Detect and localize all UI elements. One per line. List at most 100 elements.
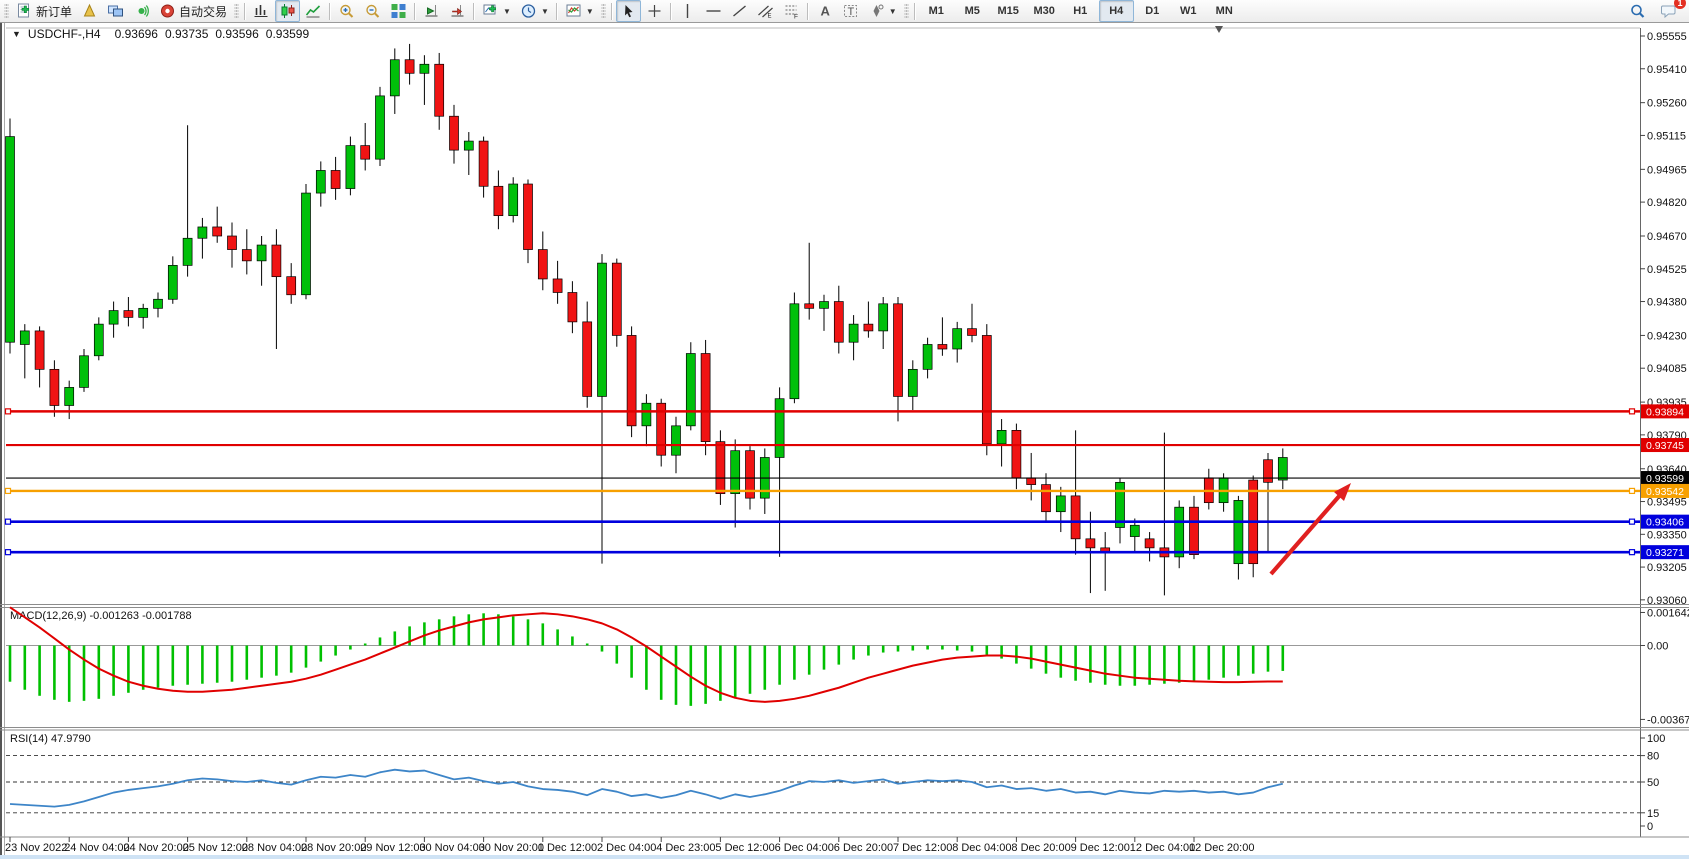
price-tick-label: 0.94230	[1647, 330, 1687, 342]
horizontal-line-tool-button[interactable]	[701, 0, 726, 22]
timeframe-mn-button[interactable]: MN	[1207, 0, 1242, 22]
bear-candle	[524, 184, 533, 250]
crosshair-tool-button[interactable]	[642, 0, 667, 22]
auto-scroll-button[interactable]	[419, 0, 444, 22]
shift-icon	[449, 3, 466, 19]
time-tick-label: 24 Nov 20:00	[123, 842, 188, 854]
hline-handle[interactable]	[1630, 409, 1635, 414]
bear-candle	[494, 186, 503, 215]
zoom-out-button[interactable]	[360, 0, 385, 22]
timeframe-w1-button[interactable]: W1	[1171, 0, 1206, 22]
bull-candle	[198, 227, 207, 238]
signal-icon	[133, 3, 150, 19]
trendline-tool-button[interactable]	[727, 0, 752, 22]
rsi-tick-label: 0	[1647, 821, 1653, 833]
new-order-label: 新订单	[36, 3, 72, 20]
bull-candle	[790, 304, 799, 399]
bull-candle	[346, 146, 355, 189]
zoom-in-button[interactable]	[334, 0, 359, 22]
timeframe-m30-button[interactable]: M30	[1027, 0, 1062, 22]
chart-shift-button[interactable]	[445, 0, 470, 22]
timeframe-h1-button[interactable]: H1	[1063, 0, 1098, 22]
bull-candle	[879, 304, 888, 331]
timeframe-d1-button[interactable]: D1	[1135, 0, 1170, 22]
time-tick-label: 5 Dec 12:00	[715, 842, 774, 854]
new-chart-dropdown[interactable]: ▼	[478, 0, 515, 22]
toolbar-grip[interactable]	[904, 3, 909, 19]
timeframe-h4-button[interactable]: H4	[1099, 0, 1134, 22]
quote-high: 0.93735	[165, 27, 208, 41]
timeframe-m15-button[interactable]: M15	[991, 0, 1026, 22]
price-tag-label: 0.93406	[1646, 517, 1684, 529]
signals-button[interactable]	[129, 0, 154, 22]
price-tick-label: 0.95555	[1647, 31, 1687, 43]
toolbar-separator	[244, 3, 246, 20]
bear-candle	[982, 335, 991, 443]
toolbar-grip[interactable]	[601, 3, 606, 19]
quote-low: 0.93596	[215, 27, 258, 41]
chart-canvas[interactable]: 0.955550.954100.952600.951150.949650.948…	[0, 0, 1689, 859]
bear-candle	[272, 245, 281, 277]
hline-handle[interactable]	[1630, 488, 1635, 493]
price-tick-label: 0.93060	[1647, 595, 1687, 607]
oneclick-dropdown-icon[interactable]: ▼	[12, 29, 21, 39]
bear-candle	[228, 236, 237, 250]
bear-candle	[568, 292, 577, 321]
tile-windows-button[interactable]	[386, 0, 411, 22]
dropdown-caret-icon: ▼	[541, 7, 549, 16]
toolbar-grip[interactable]	[234, 3, 239, 19]
bull-candle	[6, 137, 15, 343]
time-tick-label: 7 Dec 12:00	[893, 842, 952, 854]
hline-handle[interactable]	[6, 409, 11, 414]
quote-open: 0.93696	[115, 27, 158, 41]
candlestick-mode-button[interactable]	[275, 0, 300, 22]
bear-candle	[35, 331, 44, 369]
bear-candle	[553, 279, 562, 293]
zoom-in-icon	[338, 3, 355, 19]
cursor-tool-button[interactable]	[616, 0, 641, 22]
price-tick-label: 0.94670	[1647, 231, 1687, 243]
indicators-dropdown[interactable]: ▼	[561, 0, 598, 22]
new-order-button[interactable]: 新订单	[12, 0, 76, 22]
bear-candle	[450, 116, 459, 150]
autotrade-button[interactable]: 自动交易	[155, 0, 231, 22]
profiles-button[interactable]	[77, 0, 102, 22]
bull-candle	[997, 430, 1006, 444]
line-icon	[305, 3, 322, 19]
bear-candle	[716, 442, 725, 494]
terminal-button[interactable]	[103, 0, 128, 22]
autotrade-icon	[159, 3, 176, 19]
arrows-dropdown[interactable]: ▼	[864, 0, 901, 22]
bull-candle	[94, 324, 103, 356]
time-tick-label: 23 Nov 2022	[5, 842, 67, 854]
chat-button[interactable]: 1	[1656, 0, 1681, 22]
hline-handle[interactable]	[1630, 550, 1635, 555]
bar-chart-mode-button[interactable]	[249, 0, 274, 22]
search-button[interactable]	[1625, 0, 1650, 22]
hline-handle[interactable]	[6, 519, 11, 524]
hline-handle[interactable]	[6, 488, 11, 493]
line-chart-mode-button[interactable]	[301, 0, 326, 22]
price-tick-label: 0.93495	[1647, 497, 1687, 509]
fibonacci-tool-button[interactable]: F	[779, 0, 804, 22]
hline-handle[interactable]	[1630, 519, 1635, 524]
vline-icon	[679, 3, 696, 19]
main-toolbar: 新订单 自动交易 ▼ ▼ ▼ EF AT ▼ M1M5M15M30H1H4D1W1MN 1	[0, 0, 1689, 23]
svg-text:A: A	[820, 4, 830, 19]
vertical-line-tool-button[interactable]	[675, 0, 700, 22]
hline-handle[interactable]	[6, 550, 11, 555]
text-label-icon: T	[842, 3, 859, 19]
price-tick-label: 0.95115	[1647, 130, 1686, 142]
bear-candle	[583, 322, 592, 397]
toolbar-grip[interactable]	[4, 3, 9, 19]
timeframe-m5-button[interactable]: M5	[955, 0, 990, 22]
toolbar-separator	[473, 3, 475, 20]
periods-dropdown[interactable]: ▼	[516, 0, 553, 22]
rsi-tick-label: 80	[1647, 751, 1659, 763]
price-tag-label: 0.93599	[1646, 473, 1684, 485]
text-tool-button[interactable]: A	[812, 0, 837, 22]
quote-close: 0.93599	[266, 27, 309, 41]
timeframe-m1-button[interactable]: M1	[919, 0, 954, 22]
channel-tool-button[interactable]: E	[753, 0, 778, 22]
text-label-tool-button[interactable]: T	[838, 0, 863, 22]
